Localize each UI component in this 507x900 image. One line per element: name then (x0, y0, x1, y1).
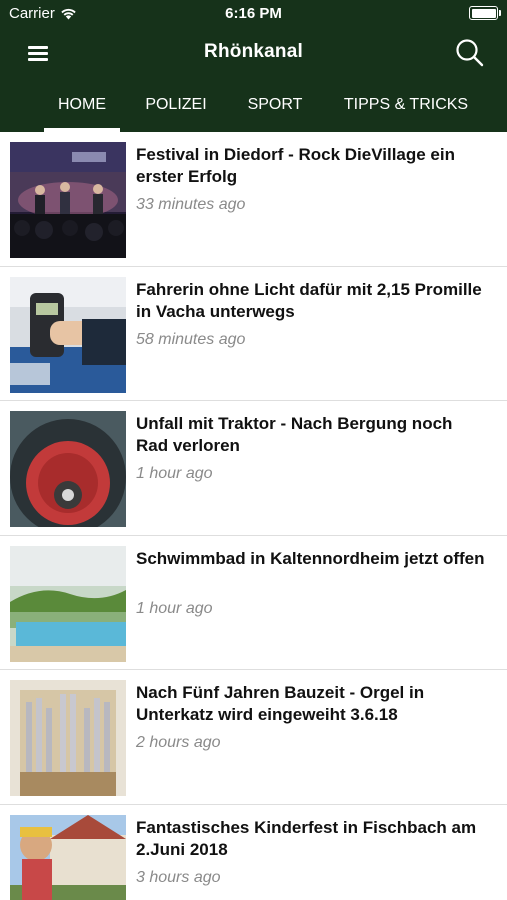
list-item[interactable]: Unfall mit Traktor - Nach Bergung noch R… (0, 401, 507, 536)
tab-polizei-label: POLIZEI (145, 96, 207, 113)
swimming-pool-image (10, 545, 126, 662)
concert-stage-image (10, 142, 126, 258)
list-item[interactable]: Fantastisches Kinderfest in Fischbach am… (0, 805, 507, 900)
battery-icon (469, 6, 501, 20)
tab-tipps-tricks[interactable]: TIPPS & TRICKS (333, 78, 479, 132)
article-title: Nach Fünf Jahren Bauzeit - Orgel in Unte… (136, 683, 425, 724)
tab-tipps-tricks-label: TIPPS & TRICKS (343, 96, 469, 113)
battery-fill (471, 8, 496, 18)
article-time: 3 hours ago (136, 868, 221, 886)
list-item[interactable]: Nach Fünf Jahren Bauzeit - Orgel in Unte… (0, 670, 507, 805)
list-item[interactable]: Fahrerin ohne Licht dafür mit 2,15 Promi… (0, 267, 507, 401)
breathalyzer-police-image (10, 276, 126, 393)
status-bar: Carrier 6:16 PM (0, 0, 507, 28)
status-time: 6:16 PM (225, 5, 282, 22)
article-title: Fahrerin ohne Licht dafür mit 2,15 Promi… (136, 279, 482, 321)
article-time: 1 hour ago (136, 599, 213, 617)
article-title: Fantastisches Kinderfest in Fischbach am… (136, 817, 477, 859)
search-icon[interactable] (453, 36, 487, 70)
category-tabs: HOME POLIZEI SPORT TIPPS & TRICKS (0, 78, 507, 132)
church-organ-image (10, 680, 126, 796)
article-title: Unfall mit Traktor - Nach Bergung noch R… (136, 414, 453, 455)
tab-home-label: HOME (58, 96, 106, 113)
article-time: 58 minutes ago (136, 330, 246, 348)
article-title: Schwimmbad in Kaltennordheim jetzt offen (136, 548, 485, 568)
tab-home[interactable]: HOME (44, 78, 120, 132)
children-festival-image (10, 814, 126, 900)
app-header: Carrier 6:16 PM Rhönkanal HOME POLIZEI S… (0, 0, 507, 132)
tab-polizei[interactable]: POLIZEI (136, 78, 216, 132)
list-item[interactable]: Festival in Diedorf - Rock DieVillage ei… (0, 132, 507, 267)
tab-sport-label: SPORT (247, 96, 303, 113)
navigation-bar: Rhönkanal (0, 28, 507, 78)
list-item[interactable]: Schwimmbad in Kaltennordheim jetzt offen… (0, 536, 507, 670)
article-title: Festival in Diedorf - Rock DieVillage ei… (136, 145, 455, 186)
tractor-wheel-image (10, 411, 126, 527)
tab-sport[interactable]: SPORT (236, 78, 314, 132)
article-time: 33 minutes ago (136, 196, 246, 213)
article-time: 1 hour ago (136, 465, 213, 482)
app-title: Rhönkanal (204, 41, 303, 62)
article-list: Festival in Diedorf - Rock DieVillage ei… (0, 132, 507, 900)
article-time: 2 hours ago (136, 734, 221, 751)
